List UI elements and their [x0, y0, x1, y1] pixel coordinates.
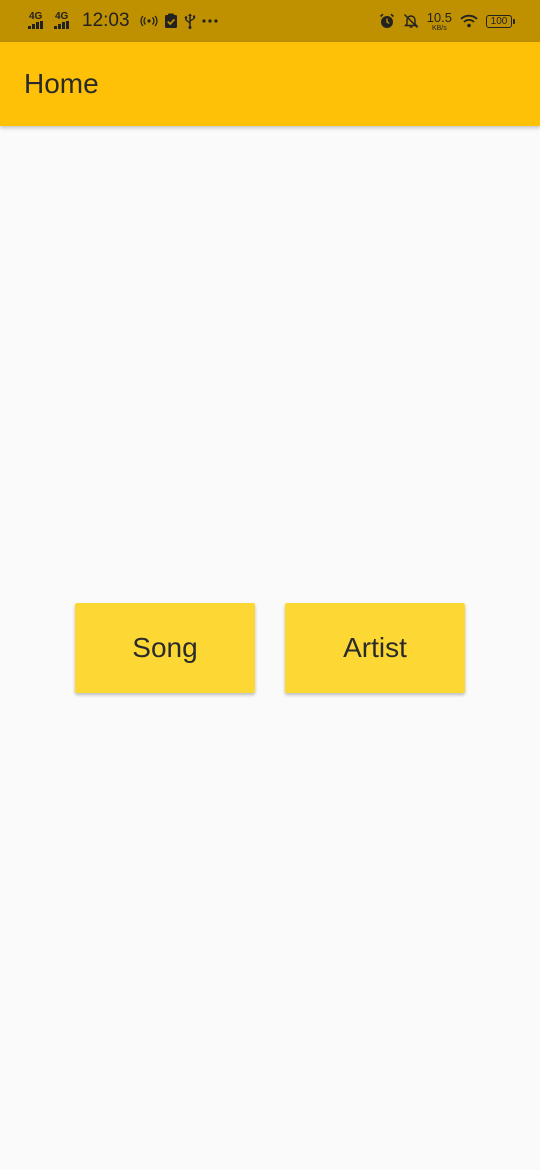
app-bar: Home	[0, 42, 540, 126]
battery-level: 100	[490, 15, 508, 27]
network-speed-unit: KB/s	[431, 24, 447, 32]
signal-bars-icon	[28, 21, 43, 29]
status-bar-right: 10.5 KB/s 100	[379, 11, 515, 32]
network-speed-value: 10.5	[426, 9, 452, 25]
artist-button[interactable]: Artist	[285, 603, 465, 693]
notifications-off-icon	[403, 13, 419, 29]
alarm-icon	[379, 13, 395, 29]
hotspot-icon	[140, 15, 158, 27]
battery-icon: 100	[486, 14, 515, 28]
signal-bars-icon	[54, 21, 69, 29]
network-signal-1: 4G	[28, 12, 48, 30]
status-time: 12:03	[82, 10, 130, 31]
more-dots-icon	[201, 19, 218, 23]
network-signal-2: 4G	[54, 12, 74, 30]
usb-icon	[184, 13, 196, 29]
wifi-icon	[460, 14, 478, 28]
clipboard-check-icon	[164, 13, 178, 29]
page-title: Home	[24, 68, 99, 99]
status-bar-left: 4G 4G 12:03	[28, 10, 218, 32]
status-bar: 4G 4G 12:03 10.5 KB/s 100	[0, 0, 540, 42]
network-speed: 10.5 KB/s	[427, 11, 452, 32]
song-button[interactable]: Song	[75, 603, 255, 693]
